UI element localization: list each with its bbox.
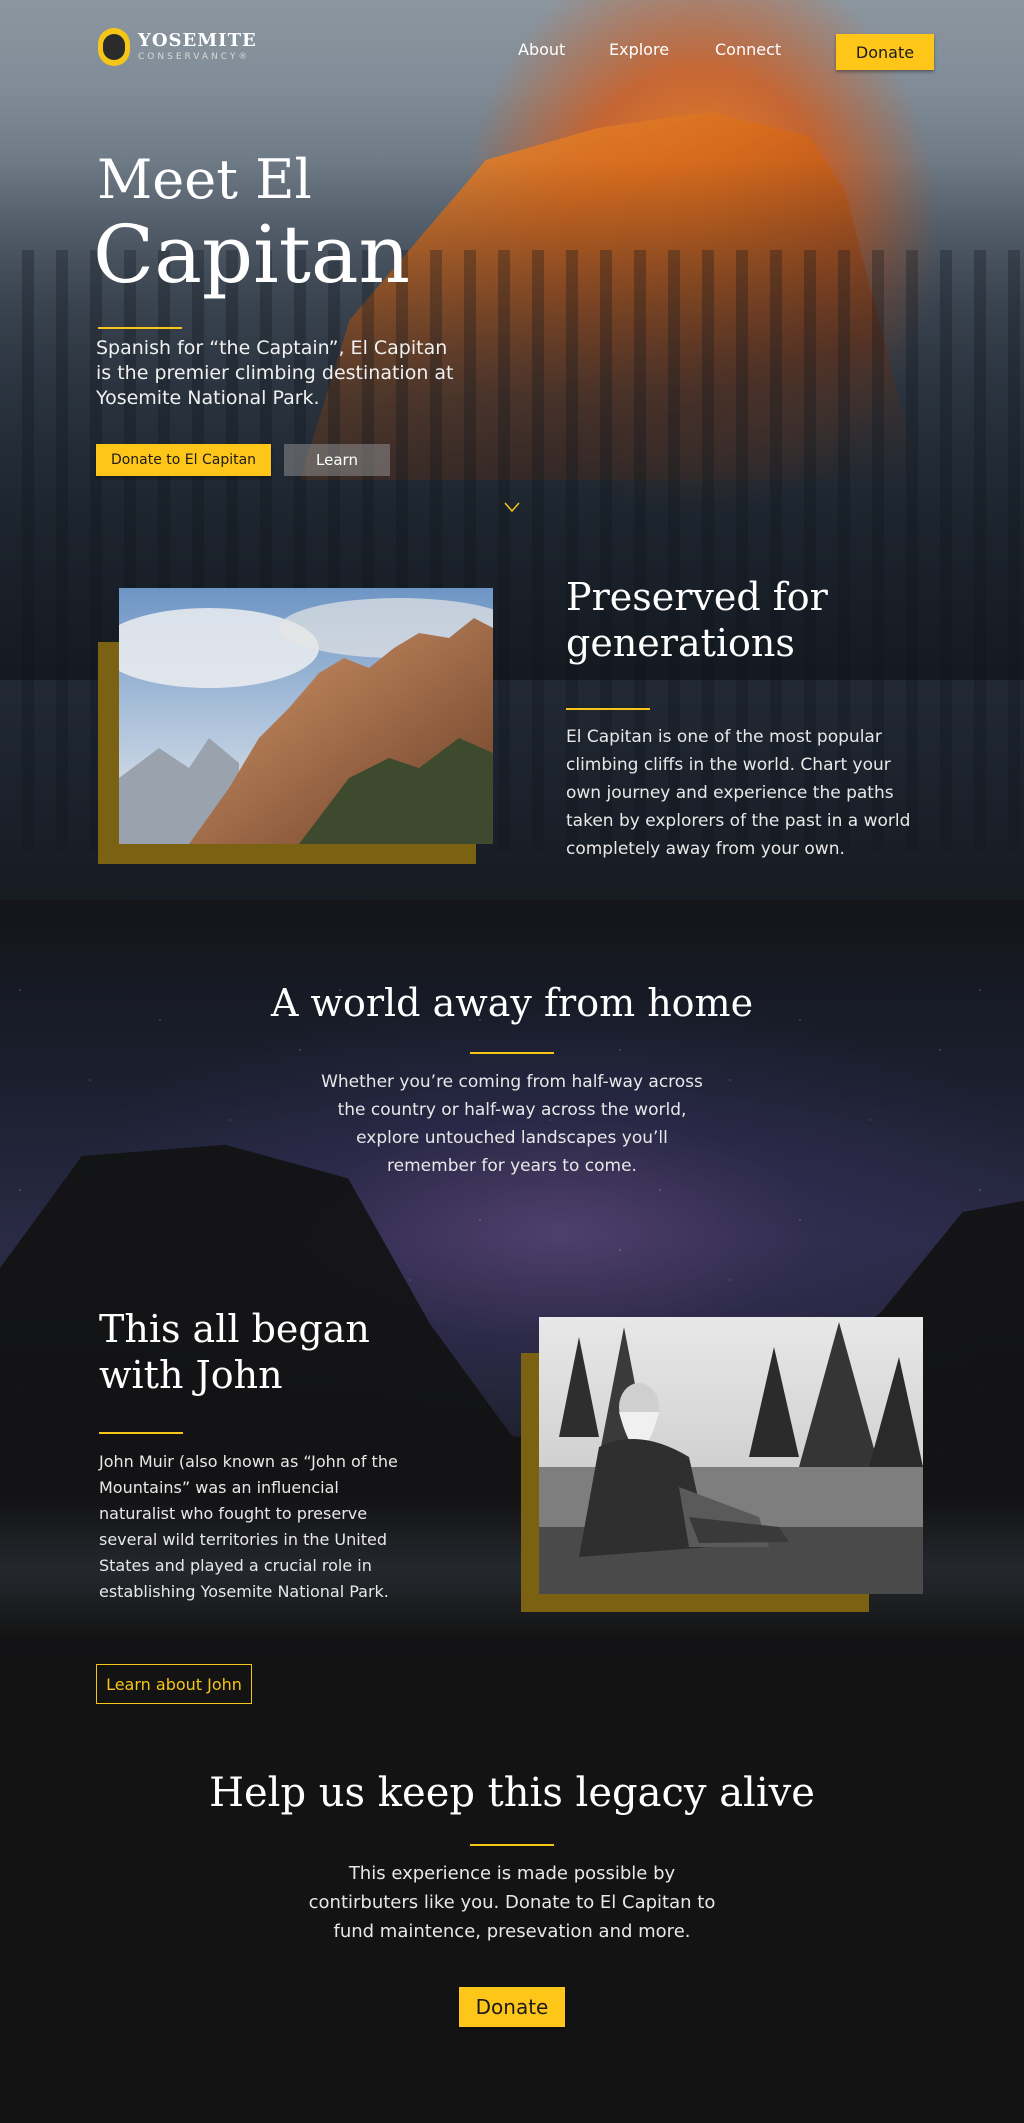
john-title: This all began with John [99, 1307, 370, 1397]
logo-title: YOSEMITE [138, 30, 257, 51]
hero-description: Spanish for “the Captain”, El Capitan is… [96, 337, 454, 409]
legacy-donate-button[interactable]: Donate [459, 1987, 565, 2027]
hero-title-line2: Capitan [93, 208, 411, 301]
legacy-divider [470, 1844, 554, 1846]
john-muir-photo [539, 1317, 923, 1594]
logo-subtitle: CONSERVANCY® [138, 52, 251, 62]
preserved-body: El Capitan is one of the most popular cl… [566, 727, 911, 859]
john-divider [99, 1432, 183, 1434]
nav-about[interactable]: About [518, 40, 565, 59]
header-donate-button[interactable]: Donate [836, 34, 934, 70]
preserved-title: Preserved for generations [566, 575, 828, 665]
nav-connect[interactable]: Connect [715, 40, 781, 59]
hero-title-line1: Meet El [97, 148, 312, 211]
john-body: John Muir (also known as “John of the Mo… [99, 1452, 398, 1601]
site-logo[interactable]: YOSEMITE CONSERVANCY® [98, 28, 257, 66]
learn-about-john-button[interactable]: Learn about John [96, 1664, 252, 1704]
hero-divider [98, 327, 182, 329]
preserved-divider [566, 708, 650, 710]
legacy-body: This experience is made possible by cont… [308, 1863, 716, 1942]
chevron-down-icon[interactable] [503, 500, 521, 514]
cliff-photo [119, 588, 493, 844]
world-body: Whether you’re coming from half-way acro… [321, 1072, 703, 1176]
learn-button[interactable]: Learn [284, 444, 390, 476]
logo-badge-icon [98, 28, 130, 66]
nav-explore[interactable]: Explore [609, 40, 669, 59]
donate-el-capitan-button[interactable]: Donate to El Capitan [96, 444, 271, 476]
legacy-title: Help us keep this legacy alive [209, 1770, 815, 1816]
world-title: A world away from home [270, 981, 754, 1025]
world-divider [470, 1052, 554, 1054]
